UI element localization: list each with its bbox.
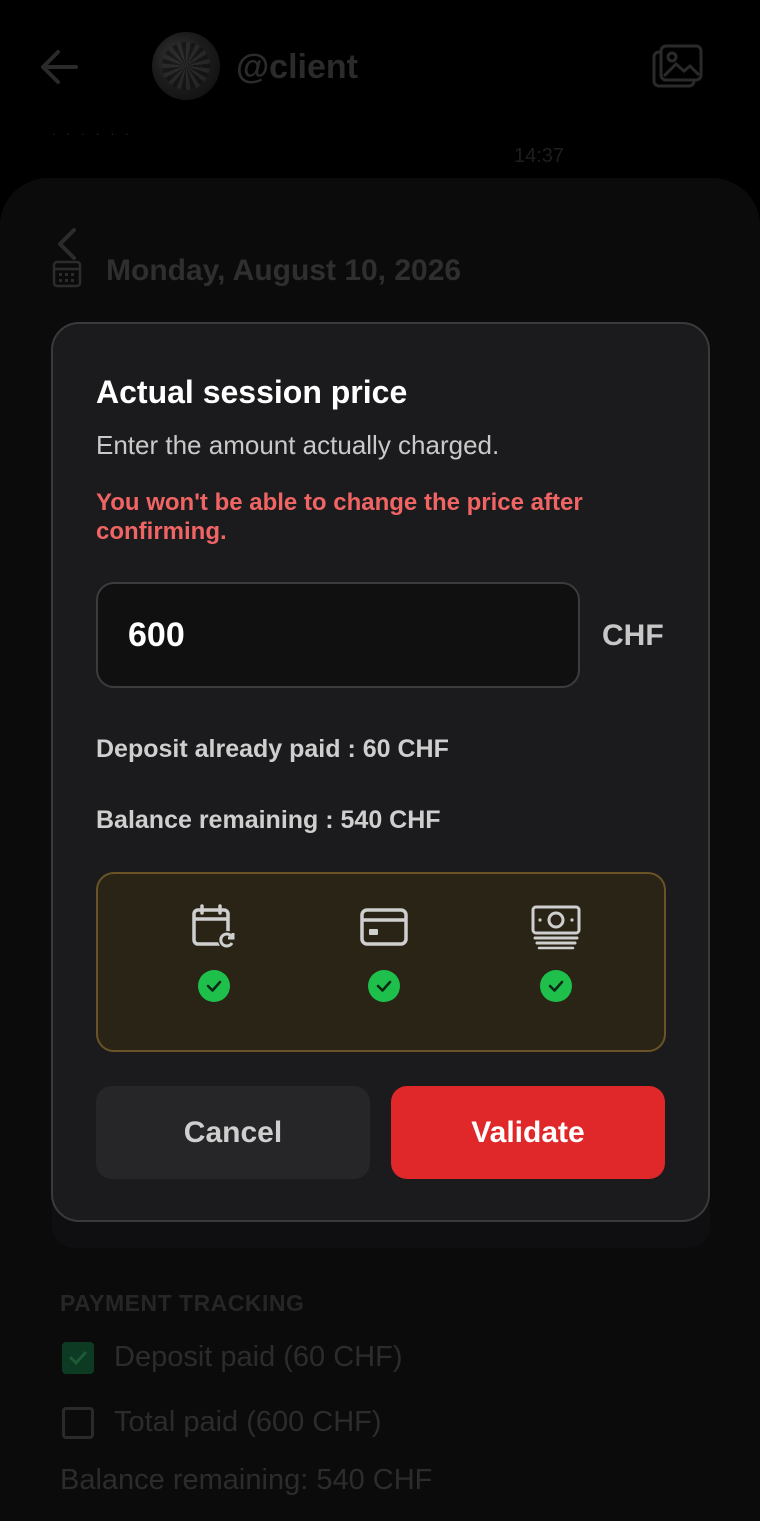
check-circle-icon xyxy=(540,970,572,1002)
deposit-paid-row[interactable]: Deposit paid (60 CHF) xyxy=(62,1341,403,1374)
gallery-icon[interactable] xyxy=(652,44,704,90)
check-circle-icon xyxy=(368,970,400,1002)
total-paid-row[interactable]: Total paid (600 CHF) xyxy=(62,1406,382,1439)
dialog-warning: You won't be able to change the price af… xyxy=(96,489,583,545)
actual-price-dialog: Actual session price Enter the amount ac… xyxy=(51,322,710,1222)
payment-tracking-title: PAYMENT TRACKING xyxy=(60,1290,305,1316)
calendar-refresh-icon xyxy=(192,904,236,949)
avatar[interactable] xyxy=(152,32,220,100)
payment-status-box xyxy=(96,872,666,1052)
total-paid-checkbox[interactable] xyxy=(62,1406,94,1439)
booking-status xyxy=(184,904,244,1004)
calendar-icon xyxy=(52,260,82,288)
username[interactable]: @client xyxy=(236,48,358,87)
session-date-title: Monday, August 10, 2026 xyxy=(106,254,462,287)
check-circle-icon xyxy=(198,970,230,1002)
back-arrow-icon[interactable] xyxy=(38,48,80,86)
check-icon xyxy=(69,1351,87,1365)
cancel-button[interactable]: Cancel xyxy=(96,1086,370,1179)
chat-header: @client xyxy=(0,0,760,130)
balance-remaining-text: Balance remaining: 540 CHF xyxy=(60,1464,433,1496)
balance-remaining-info: Balance remaining : 540 CHF xyxy=(96,806,441,834)
deposit-paid-label: Deposit paid (60 CHF) xyxy=(114,1341,403,1373)
deposit-paid-checkbox[interactable] xyxy=(62,1341,94,1374)
card-status xyxy=(354,904,414,1004)
message-time: 14:37 xyxy=(514,145,565,167)
dialog-title: Actual session price xyxy=(96,374,408,410)
price-input[interactable] xyxy=(96,582,580,688)
dialog-subtitle: Enter the amount actually charged. xyxy=(96,430,500,460)
cash-status xyxy=(526,904,586,1004)
currency-label: CHF xyxy=(602,619,664,652)
deposit-paid-info: Deposit already paid : 60 CHF xyxy=(96,735,449,763)
total-paid-label: Total paid (600 CHF) xyxy=(114,1406,382,1438)
chevron-left-icon[interactable] xyxy=(54,226,80,262)
credit-card-icon xyxy=(360,908,408,946)
validate-button[interactable]: Validate xyxy=(391,1086,665,1179)
cash-stack-icon xyxy=(531,905,581,950)
message-preview: . . . . . . xyxy=(52,124,133,138)
